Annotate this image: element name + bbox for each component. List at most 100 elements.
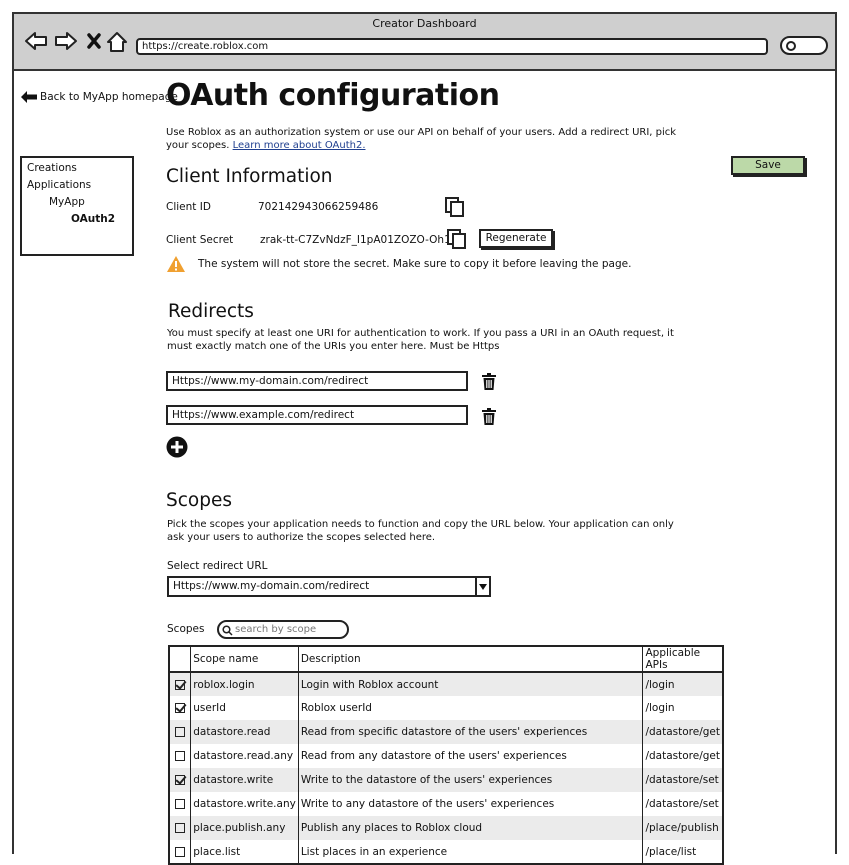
delete-redirect-1-icon[interactable] (481, 373, 497, 395)
copy-client-secret-icon[interactable] (446, 228, 468, 254)
scope-checkbox-cell (169, 744, 191, 768)
scope-checkbox[interactable] (175, 751, 186, 761)
close-icon[interactable] (86, 31, 102, 55)
search-icon (222, 625, 233, 636)
redirect-url-select[interactable]: Https://www.my-domain.com/redirect (167, 576, 491, 597)
delete-redirect-2-icon[interactable] (481, 408, 497, 430)
browser-chrome: Creator Dashboard https://create.roblox.… (14, 14, 835, 71)
scope-api-cell: /datastore/get (642, 744, 723, 768)
left-arrow-icon (21, 91, 37, 103)
scope-description-cell: Write to the datastore of the users' exp… (297, 768, 643, 792)
scope-search-input[interactable]: search by scope (217, 620, 349, 639)
scope-checkbox[interactable] (175, 846, 186, 857)
scope-checkbox[interactable] (175, 703, 186, 713)
warning-text: The system will not store the secret. Ma… (198, 258, 632, 270)
client-id-label: Client ID (166, 201, 211, 213)
client-id-value: 702142943066259486 (258, 201, 379, 213)
client-info-heading: Client Information (166, 166, 333, 187)
redirects-heading: Redirects (168, 301, 254, 322)
home-icon[interactable] (106, 31, 128, 57)
back-link-label: Back to MyApp homepage (40, 91, 178, 103)
scope-name-cell: place.list (190, 840, 299, 864)
address-bar[interactable]: https://create.roblox.com (136, 38, 768, 55)
selected-redirect-url: Https://www.my-domain.com/redirect (173, 580, 370, 592)
column-header-applicable-apis: Applicable APIs (642, 646, 723, 673)
checkbox-column-header (169, 646, 191, 673)
scope-name-cell: datastore.read.any (190, 744, 299, 768)
scope-name-cell: place.publish.any (190, 816, 299, 840)
table-header-row: Scope name Description Applicable APIs (169, 646, 723, 673)
scopes-heading: Scopes (166, 490, 232, 511)
table-row[interactable]: roblox.login Login with Roblox account/lo… (169, 672, 723, 696)
scope-name-cell: datastore.write.any (190, 792, 299, 816)
scope-checkbox-cell (169, 792, 191, 816)
search-icon (786, 41, 796, 51)
browser-search-field[interactable] (780, 36, 828, 55)
scope-description-cell: List places in an experience (297, 840, 643, 864)
scope-name-cell: datastore.read (190, 720, 299, 744)
scope-name-cell: datastore.write (190, 768, 299, 792)
column-header-scope-name: Scope name (190, 646, 299, 673)
scope-description-cell: Publish any places to Roblox cloud (297, 816, 643, 840)
save-button[interactable]: Save (731, 156, 805, 175)
scope-search-placeholder: search by scope (235, 624, 317, 635)
scope-checkbox-cell (169, 840, 191, 864)
select-redirect-label: Select redirect URL (167, 560, 268, 572)
table-row[interactable]: datastore.write.any Write to any datastor… (169, 792, 723, 816)
scope-description-cell: Roblox userId (297, 696, 643, 720)
scope-description-cell: Read from specific datastore of the user… (297, 720, 643, 744)
page-title: OAuth configuration (166, 78, 500, 113)
scope-checkbox-cell (169, 816, 191, 840)
page-intro: Use Roblox as an authorization system or… (166, 126, 686, 152)
table-row[interactable]: datastore.read Read from specific datasto… (169, 720, 723, 744)
back-arrow-icon[interactable] (24, 31, 48, 55)
scope-description-cell: Write to any datastore of the users' exp… (297, 792, 643, 816)
scope-checkbox[interactable] (175, 799, 186, 809)
scope-description-cell: Login with Roblox account (297, 672, 643, 696)
scope-api-cell: /login (642, 696, 723, 720)
forward-arrow-icon[interactable] (54, 31, 78, 55)
table-row[interactable]: place.publish.any Publish any places to R… (169, 816, 723, 840)
scope-api-cell: /login (642, 672, 723, 696)
scope-description-cell: Read from any datastore of the users' ex… (297, 744, 643, 768)
tree-item-oauth2[interactable]: OAuth2 (27, 211, 127, 228)
navigation-tree: Creations Applications MyApp OAuth2 (20, 156, 134, 256)
client-secret-value: zrak-tt-C7ZvNdzF_I1pA01ZOZO-Oh1r (260, 234, 456, 246)
table-row[interactable]: datastore.write Write to the datastore of… (169, 768, 723, 792)
table-row[interactable]: userId Roblox userId/login (169, 696, 723, 720)
table-row[interactable]: place.list List places in an experience/p… (169, 840, 723, 864)
scope-name-cell: userId (190, 696, 299, 720)
tree-item-creations[interactable]: Creations (27, 160, 127, 177)
redirect-uri-input-1[interactable]: Https://www.my-domain.com/redirect (166, 371, 468, 391)
scope-checkbox[interactable] (175, 775, 186, 785)
regenerate-button[interactable]: Regenerate (479, 229, 553, 248)
scopes-label: Scopes (167, 623, 205, 635)
scope-api-cell: /place/list (642, 840, 723, 864)
scope-checkbox[interactable] (175, 679, 186, 690)
window-title: Creator Dashboard (372, 17, 477, 30)
copy-client-id-icon[interactable] (444, 196, 466, 222)
redirect-uri-input-2[interactable]: Https://www.example.com/redirect (166, 405, 468, 425)
add-redirect-icon[interactable] (166, 436, 188, 462)
redirects-description: You must specify at least one URI for au… (167, 328, 674, 352)
column-header-description: Description (297, 646, 643, 673)
scope-checkbox[interactable] (175, 727, 186, 737)
scope-checkbox-cell (169, 768, 191, 792)
scope-checkbox-cell (169, 696, 191, 720)
back-to-app-link[interactable]: Back to MyApp homepage (20, 90, 178, 104)
chevron-down-icon[interactable] (475, 578, 489, 595)
client-secret-label: Client Secret (166, 234, 234, 246)
learn-more-link[interactable]: Learn more about OAuth2. (233, 140, 366, 151)
scope-checkbox[interactable] (175, 823, 186, 833)
table-row[interactable]: datastore.read.any Read from any datastor… (169, 744, 723, 768)
secret-warning: The system will not store the secret. Ma… (166, 255, 631, 273)
warning-icon (167, 256, 185, 272)
tree-item-applications[interactable]: Applications (27, 177, 127, 194)
scope-checkbox-cell (169, 672, 191, 696)
browser-window: Creator Dashboard https://create.roblox.… (12, 12, 837, 865)
scope-api-cell: /datastore/set (642, 768, 723, 792)
scope-api-cell: /place/publish (642, 816, 723, 840)
scope-checkbox-cell (169, 720, 191, 744)
tree-item-myapp[interactable]: MyApp (27, 194, 127, 211)
scope-name-cell: roblox.login (190, 672, 299, 696)
